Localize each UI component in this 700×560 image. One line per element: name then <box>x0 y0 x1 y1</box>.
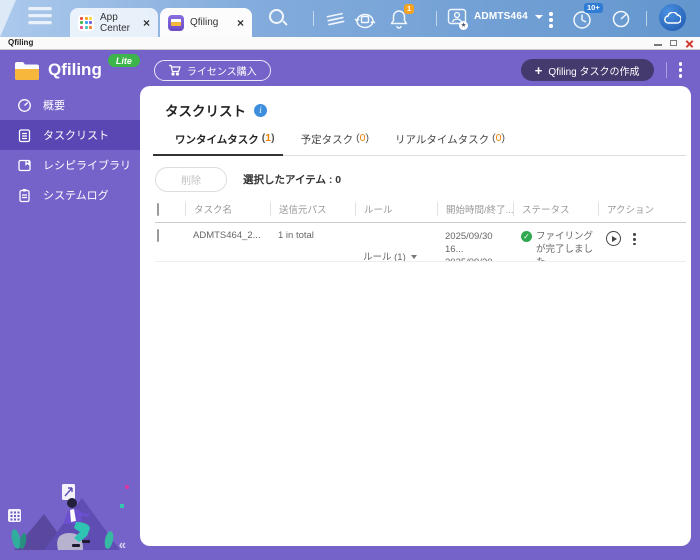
tab-label: 予定タスク <box>301 132 354 148</box>
rule-label: ルール (1) <box>363 249 406 262</box>
app-center-icon <box>78 15 94 31</box>
delete-button[interactable]: 削除 <box>155 167 227 192</box>
status-cell: ✓ ファイリングが完了しました <box>513 230 598 262</box>
sidebar-item-system-log[interactable]: システムログ <box>0 180 140 210</box>
task-tabs: ワンタイムタスク 1 予定タスク 0 リアルタイムタスク 0 <box>153 132 686 156</box>
close-icon[interactable] <box>685 39 694 48</box>
notification-badge: 1 <box>404 4 414 14</box>
table-row: ADMTS464_2... 1 in total ルール (1) 2025/09… <box>155 223 686 262</box>
user-name: ADMTS464 <box>474 11 528 22</box>
recipe-library-icon <box>17 158 32 173</box>
activity-badge: 10+ <box>584 3 603 13</box>
screen: App Center × Qfiling × <box>0 0 700 560</box>
divider <box>436 11 437 26</box>
chevron-down-icon <box>411 255 417 259</box>
close-icon[interactable]: × <box>237 17 244 29</box>
external-device-sync-icon[interactable] <box>352 8 378 30</box>
content-panel: タスクリスト i ワンタイムタスク 1 予定タスク 0 リアルタイムタスク 0 … <box>140 86 691 546</box>
sidebar-item-recipe-library[interactable]: レシピライブラリ <box>0 150 140 180</box>
app-menu-icon[interactable] <box>679 62 683 78</box>
lite-badge: Lite <box>108 54 140 67</box>
app-header: Qfiling Lite ライセンス購入 + Qfiling タスクの作成 <box>0 50 700 90</box>
more-options-icon[interactable] <box>549 12 553 28</box>
select-all-checkbox[interactable] <box>157 203 159 216</box>
selected-items-label: 選択したアイテム : 0 <box>243 172 341 187</box>
status-text: ファイリングが完了しました <box>536 230 594 262</box>
license-purchase-label: ライセンス購入 <box>187 63 257 78</box>
divider <box>666 62 667 78</box>
divider <box>313 11 314 26</box>
background-tasks-icon[interactable] <box>324 8 348 30</box>
tab-count: 0 <box>356 132 369 148</box>
collapse-sidebar-button[interactable]: « <box>119 537 126 552</box>
taskbar-tab-app-center[interactable]: App Center × <box>70 8 158 37</box>
minimize-icon[interactable] <box>654 44 662 46</box>
time-cell: 2025/09/30 16... 2025/09/30 16... <box>437 230 513 262</box>
create-task-button[interactable]: + Qfiling タスクの作成 <box>521 59 654 81</box>
tab-label: ワンタイムタスク <box>175 132 259 147</box>
column-action[interactable]: アクション <box>598 202 686 216</box>
task-table: タスク名 送信元パス ルール 開始時間/終了... ステータス アクション AD… <box>155 202 686 262</box>
user-star-badge: ★ <box>459 21 468 30</box>
tab-count: 1 <box>262 132 275 147</box>
divider <box>646 11 647 26</box>
tab-label: リアルタイムタスク <box>395 132 489 148</box>
license-purchase-button[interactable]: ライセンス購入 <box>154 60 271 81</box>
app-title: Qfiling <box>48 60 102 80</box>
start-time: 2025/09/30 16... <box>445 230 513 256</box>
action-cell <box>598 230 686 262</box>
plus-icon: + <box>535 64 543 77</box>
sidebar-item-label: 概要 <box>43 97 65 113</box>
column-status[interactable]: ステータス <box>513 202 598 216</box>
rule-dropdown[interactable]: ルール (1) <box>355 230 437 262</box>
tab-label: Qfiling <box>190 17 218 28</box>
tab-one-time-task[interactable]: ワンタイムタスク 1 <box>153 132 283 156</box>
table-header: タスク名 送信元パス ルール 開始時間/終了... ステータス アクション <box>155 202 686 223</box>
tab-label: App Center <box>100 12 137 34</box>
tab-real-time-task[interactable]: リアルタイムタスク 0 <box>395 132 513 155</box>
cart-icon <box>168 64 181 76</box>
chevron-down-icon <box>535 15 543 19</box>
row-checkbox[interactable] <box>157 229 159 242</box>
page-title: タスクリスト <box>165 100 246 120</box>
column-rule[interactable]: ルール <box>355 202 437 216</box>
column-task-name[interactable]: タスク名 <box>185 202 270 216</box>
end-time: 2025/09/30 16... <box>445 256 513 262</box>
window-title: Qfiling <box>8 37 33 49</box>
success-check-icon: ✓ <box>521 231 532 242</box>
create-task-label: Qfiling タスクの作成 <box>548 63 639 78</box>
taskbar: App Center × Qfiling × <box>0 0 700 37</box>
sidebar-item-overview[interactable]: 概要 <box>0 90 140 120</box>
column-start-end-time[interactable]: 開始時間/終了... <box>437 202 513 216</box>
close-icon[interactable]: × <box>143 17 150 29</box>
sidebar-illustration <box>6 482 132 550</box>
sidebar-item-task-list[interactable]: タスクリスト <box>0 120 140 150</box>
taskbar-tab-qfiling[interactable]: Qfiling × <box>160 8 252 37</box>
restore-icon[interactable] <box>670 40 677 46</box>
sidebar-item-label: レシピライブラリ <box>43 157 131 173</box>
system-log-icon <box>17 188 32 203</box>
sidebar: 概要 タスクリスト レシピライブラリ <box>0 90 140 560</box>
task-list-icon <box>17 128 32 143</box>
tab-count: 0 <box>492 132 505 148</box>
source-path-cell: 1 in total <box>270 230 355 262</box>
qfiling-icon <box>168 15 184 31</box>
info-icon[interactable]: i <box>254 104 267 117</box>
dashboard-icon[interactable] <box>610 9 632 28</box>
myqnapcloud-icon[interactable] <box>659 4 686 31</box>
sidebar-item-label: タスクリスト <box>43 127 109 143</box>
task-name-cell: ADMTS464_2... <box>185 230 270 262</box>
gauge-icon <box>17 98 32 113</box>
main-menu-icon[interactable] <box>28 7 52 25</box>
tab-scheduled-task[interactable]: 予定タスク 0 <box>301 132 377 155</box>
sidebar-item-label: システムログ <box>43 187 109 203</box>
row-more-options-icon[interactable] <box>633 233 636 245</box>
window-titlebar: Qfiling <box>0 37 700 50</box>
qfiling-logo-icon <box>14 60 40 81</box>
run-task-button[interactable] <box>606 231 621 246</box>
column-source-path[interactable]: 送信元パス <box>270 202 355 216</box>
search-icon[interactable] <box>269 9 289 29</box>
